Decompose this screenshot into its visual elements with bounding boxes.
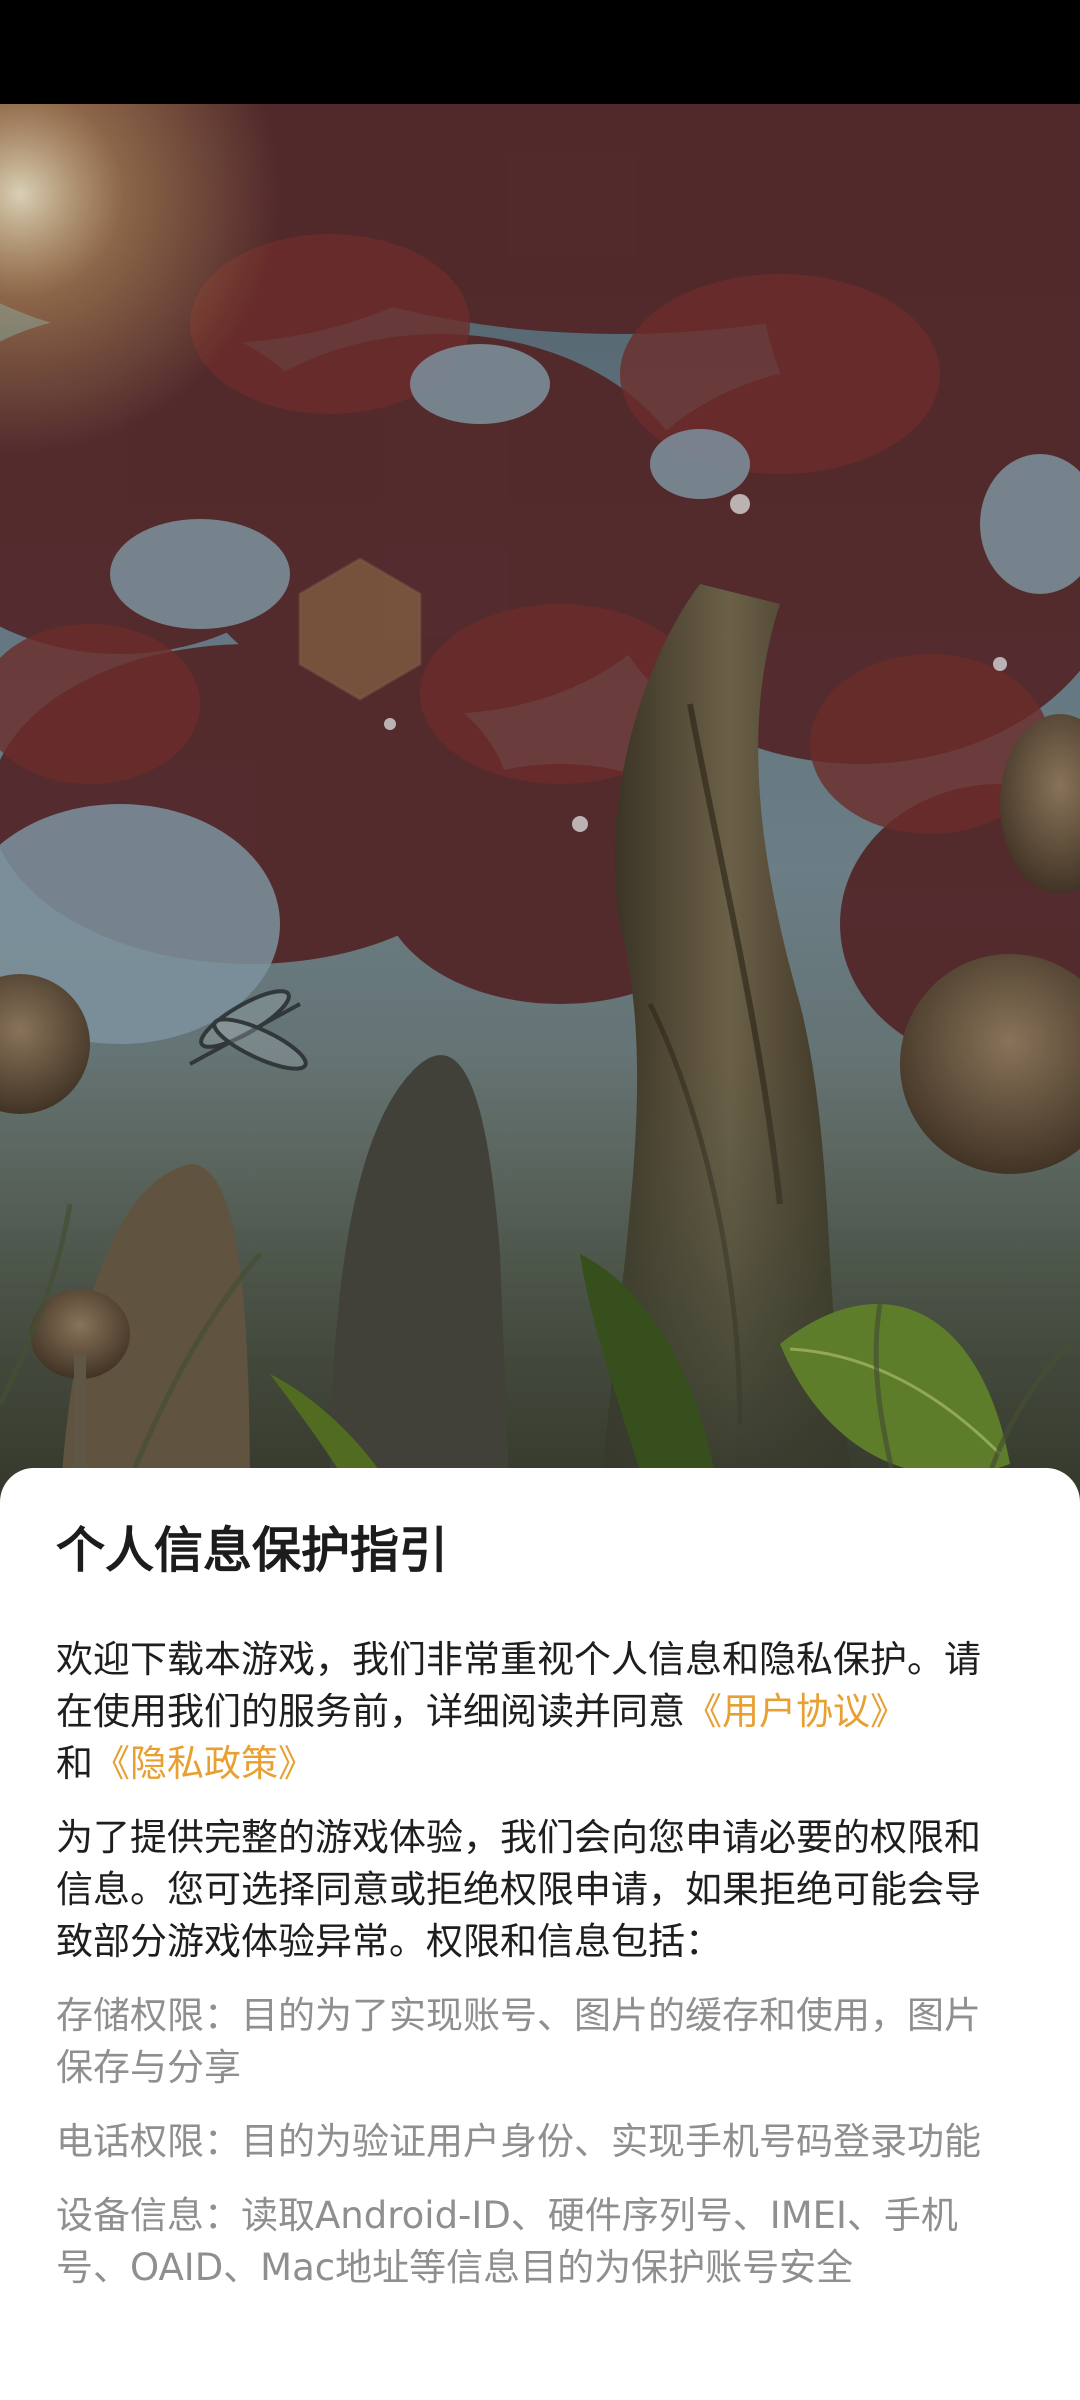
scroll-fade — [0, 2340, 1080, 2400]
user-agreement-link[interactable]: 《用户协议》 — [685, 1690, 907, 1733]
privacy-guide-sheet: 个人信息保护指引 欢迎下载本游戏，我们非常重视个人信息和隐私保护。请在使用我们的… — [0, 1468, 1080, 2400]
background-artwork — [0, 104, 1080, 1504]
permission-item-phone: 电话权限：目的为验证用户身份、实现手机号码登录功能 — [56, 2120, 981, 2163]
permission-item-storage: 存储权限：目的为了实现账号、图片的缓存和使用，图片保存与分享 — [56, 1994, 981, 2089]
intro-paragraph: 欢迎下载本游戏，我们非常重视个人信息和隐私保护。请在使用我们的服务前，详细阅读并… — [56, 1634, 996, 1790]
permission-item-device: 设备信息：读取Android-ID、硬件序列号、IMEI、手机号、OAID、Ma… — [56, 2194, 958, 2289]
sheet-title: 个人信息保护指引 — [56, 1522, 449, 1579]
and-text: 和 — [56, 1742, 93, 1785]
privacy-guide-content: 个人信息保护指引 欢迎下载本游戏，我们非常重视个人信息和隐私保护。请在使用我们的… — [56, 1518, 996, 2316]
permissions-intro: 为了提供完整的游戏体验，我们会向您申请必要的权限和信息。您可选择同意或拒绝权限申… — [56, 1816, 981, 1963]
status-bar — [0, 0, 1080, 104]
fantasy-forest-tree-artwork-icon — [0, 104, 1080, 1504]
privacy-policy-link[interactable]: 《隐私政策》 — [93, 1742, 315, 1785]
